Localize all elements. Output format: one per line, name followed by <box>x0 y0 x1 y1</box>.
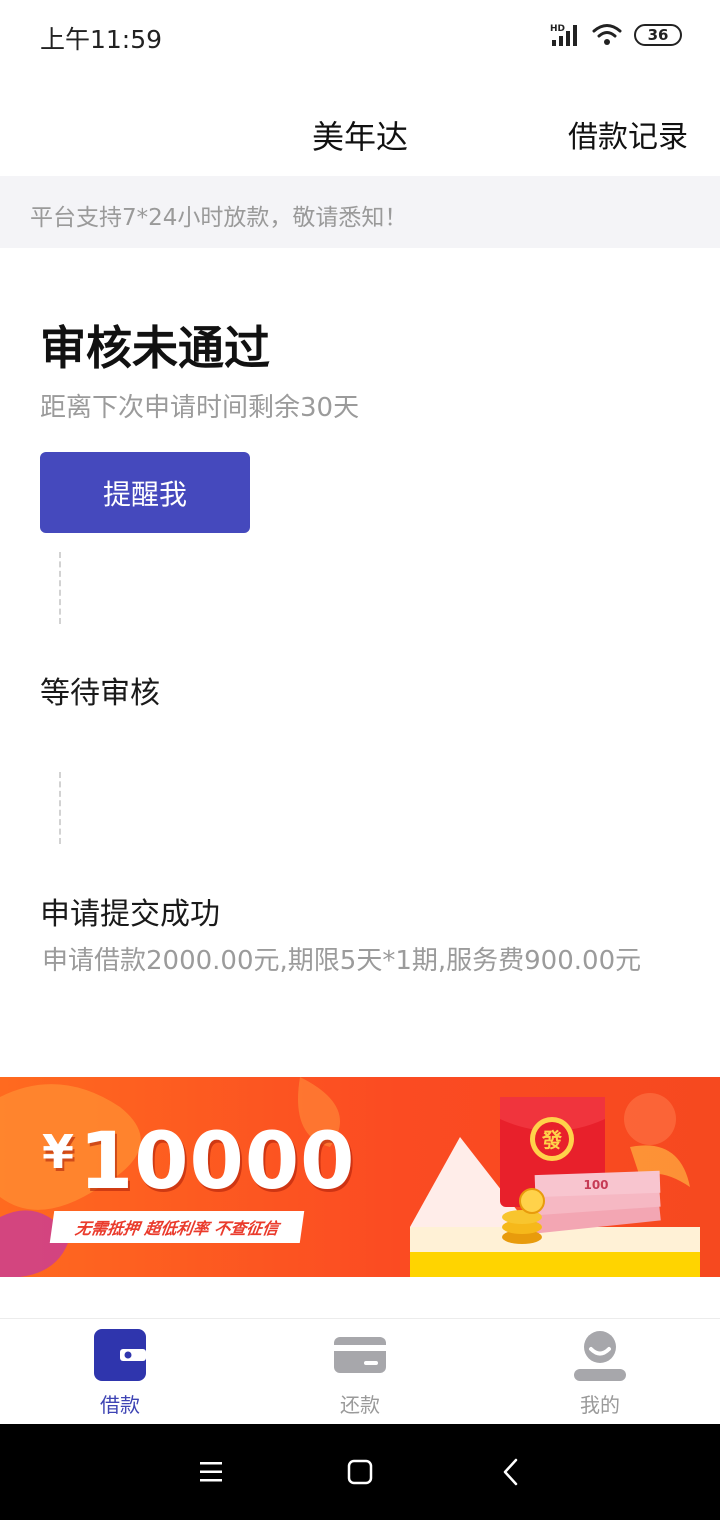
tab-borrow[interactable]: 借款 <box>0 1319 240 1425</box>
card-icon <box>334 1337 386 1373</box>
wifi-icon <box>592 24 622 45</box>
currency-symbol: ¥ <box>42 1125 76 1179</box>
notice-text: 平台支持7*24小时放款，敬请悉知！ <box>30 205 408 231</box>
tab-repay[interactable]: 还款 <box>240 1319 480 1425</box>
banner-amount: ¥10000 <box>42 1117 355 1207</box>
home-icon[interactable] <box>340 1454 380 1490</box>
red-packet-character: 發 <box>541 1128 562 1152</box>
signal-icon: HD <box>550 24 577 46</box>
review-status-title: 审核未通过 <box>40 321 270 375</box>
tab-label: 我的 <box>580 1393 620 1417</box>
notice-bar: 平台支持7*24小时放款，敬请悉知！ <box>0 176 720 248</box>
banner-tagline: 无需抵押 超低利率 不查征信 <box>49 1211 305 1243</box>
app-header: 美年达 借款记录 <box>0 72 720 176</box>
loan-record-link[interactable]: 借款记录 <box>568 112 688 156</box>
application-details: 申请借款2000.00元,期限5天*1期,服务费900.00元 <box>42 946 642 976</box>
status-bar: 上午11:59 HD 36 <box>0 0 720 72</box>
tab-mine[interactable]: 我的 <box>480 1319 720 1425</box>
bottom-tab-bar: 借款 还款 我的 <box>0 1318 720 1424</box>
back-icon[interactable] <box>492 1454 532 1490</box>
timeline-connector <box>59 552 61 624</box>
timeline-connector <box>59 772 61 844</box>
user-icon <box>574 1331 626 1381</box>
battery-indicator: 36 <box>634 24 682 46</box>
amount-value: 10000 <box>79 1117 356 1207</box>
status-time: 上午11:59 <box>40 25 163 54</box>
network-label: HD <box>550 24 565 34</box>
tab-label: 借款 <box>100 1393 140 1417</box>
tab-label: 还款 <box>340 1393 380 1417</box>
status-icons: HD 36 <box>550 20 682 50</box>
reapply-countdown: 距离下次申请时间剩余30天 <box>40 393 360 423</box>
bill-value: 100 <box>583 1178 608 1192</box>
remind-me-button[interactable]: 提醒我 <box>40 452 250 533</box>
wallet-icon <box>94 1329 146 1381</box>
menu-icon[interactable] <box>192 1454 232 1490</box>
system-nav-bar <box>0 1424 720 1520</box>
promo-banner[interactable]: 發 100 ¥10000 无需抵押 超低利率 不查征信 <box>0 1077 720 1277</box>
timeline-step-submitted: 申请提交成功 <box>40 897 220 932</box>
timeline-step-waiting: 等待审核 <box>40 676 160 711</box>
